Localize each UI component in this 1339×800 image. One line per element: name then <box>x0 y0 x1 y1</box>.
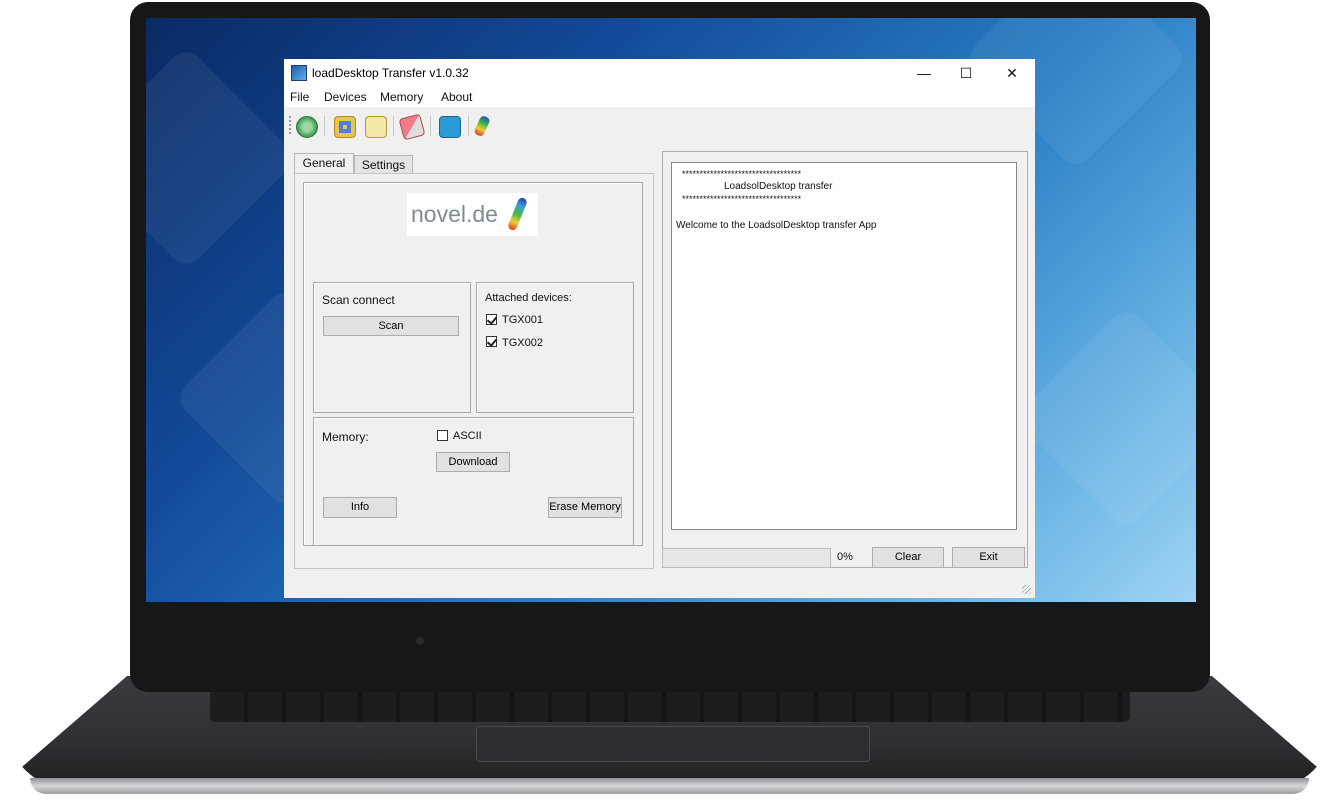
device-label-tgx002: TGX002 <box>502 337 543 349</box>
resize-grip[interactable] <box>1022 585 1031 594</box>
console-line-stars-bottom: ********************************** <box>682 194 802 204</box>
ascii-label: ASCII <box>453 430 482 442</box>
erase-memory-button[interactable]: Erase Memory <box>548 497 622 518</box>
attached-devices-heading: Attached devices: <box>485 292 572 304</box>
device-icon[interactable] <box>334 116 356 138</box>
progress-bar <box>662 548 831 568</box>
window-title: loadDesktop Transfer v1.0.32 <box>312 66 469 80</box>
scan-button[interactable]: Scan <box>323 316 459 336</box>
toolbar-separator <box>468 116 469 136</box>
webcam <box>416 637 424 645</box>
menu-bar: File Devices Memory About <box>284 87 1035 107</box>
menu-devices[interactable]: Devices <box>324 90 367 104</box>
console-line-welcome: Welcome to the LoadsolDesktop transfer A… <box>676 220 877 231</box>
foot-icon[interactable] <box>473 114 491 138</box>
foot-pressure-logo-icon <box>506 196 529 232</box>
tab-general[interactable]: General <box>294 153 354 175</box>
clear-button[interactable]: Clear <box>872 547 944 568</box>
tab-settings[interactable]: Settings <box>354 155 413 175</box>
console-line-stars-top: ********************************** <box>682 169 802 179</box>
file-icon[interactable] <box>365 116 387 138</box>
toolbar-grip <box>289 116 291 136</box>
app-icon <box>291 65 307 81</box>
close-button[interactable]: ✕ <box>989 59 1035 87</box>
console-line-app-name: LoadsolDesktop transfer <box>724 181 833 192</box>
device-checkbox-tgx001[interactable] <box>486 314 498 325</box>
menu-file[interactable]: File <box>290 90 309 104</box>
app-window: loadDesktop Transfer v1.0.32 — ☐ ✕ File … <box>284 59 1035 598</box>
laptop-base-lip <box>30 778 1309 794</box>
progress-percent: 0% <box>837 551 853 563</box>
novel-logo-text: novel.de <box>411 201 498 227</box>
refresh-icon[interactable] <box>296 116 318 138</box>
exit-button[interactable]: Exit <box>952 547 1025 568</box>
toolbar <box>284 109 1035 143</box>
title-bar[interactable]: loadDesktop Transfer v1.0.32 — ☐ ✕ <box>284 59 1035 87</box>
ascii-checkbox[interactable] <box>437 430 448 441</box>
logo-box: novel.de <box>407 193 538 236</box>
menu-about[interactable]: About <box>441 90 472 104</box>
toolbar-separator <box>324 116 325 136</box>
info-button[interactable]: Info <box>323 497 397 518</box>
minimize-button[interactable]: — <box>901 59 947 87</box>
device-checkbox-tgx002[interactable] <box>486 336 498 347</box>
scan-connect-heading: Scan connect <box>322 293 395 307</box>
device-label-tgx001: TGX001 <box>502 314 543 326</box>
download-button[interactable]: Download <box>436 452 510 472</box>
memory-heading: Memory: <box>322 430 369 444</box>
menu-memory[interactable]: Memory <box>380 90 423 104</box>
toolbar-separator <box>393 116 394 136</box>
maximize-button[interactable]: ☐ <box>943 59 989 87</box>
info-icon[interactable] <box>439 116 461 138</box>
laptop-trackpad <box>476 726 870 762</box>
eraser-icon[interactable] <box>398 113 426 141</box>
toolbar-separator <box>430 116 431 136</box>
console-output[interactable]: ********************************** Loads… <box>671 162 1017 530</box>
